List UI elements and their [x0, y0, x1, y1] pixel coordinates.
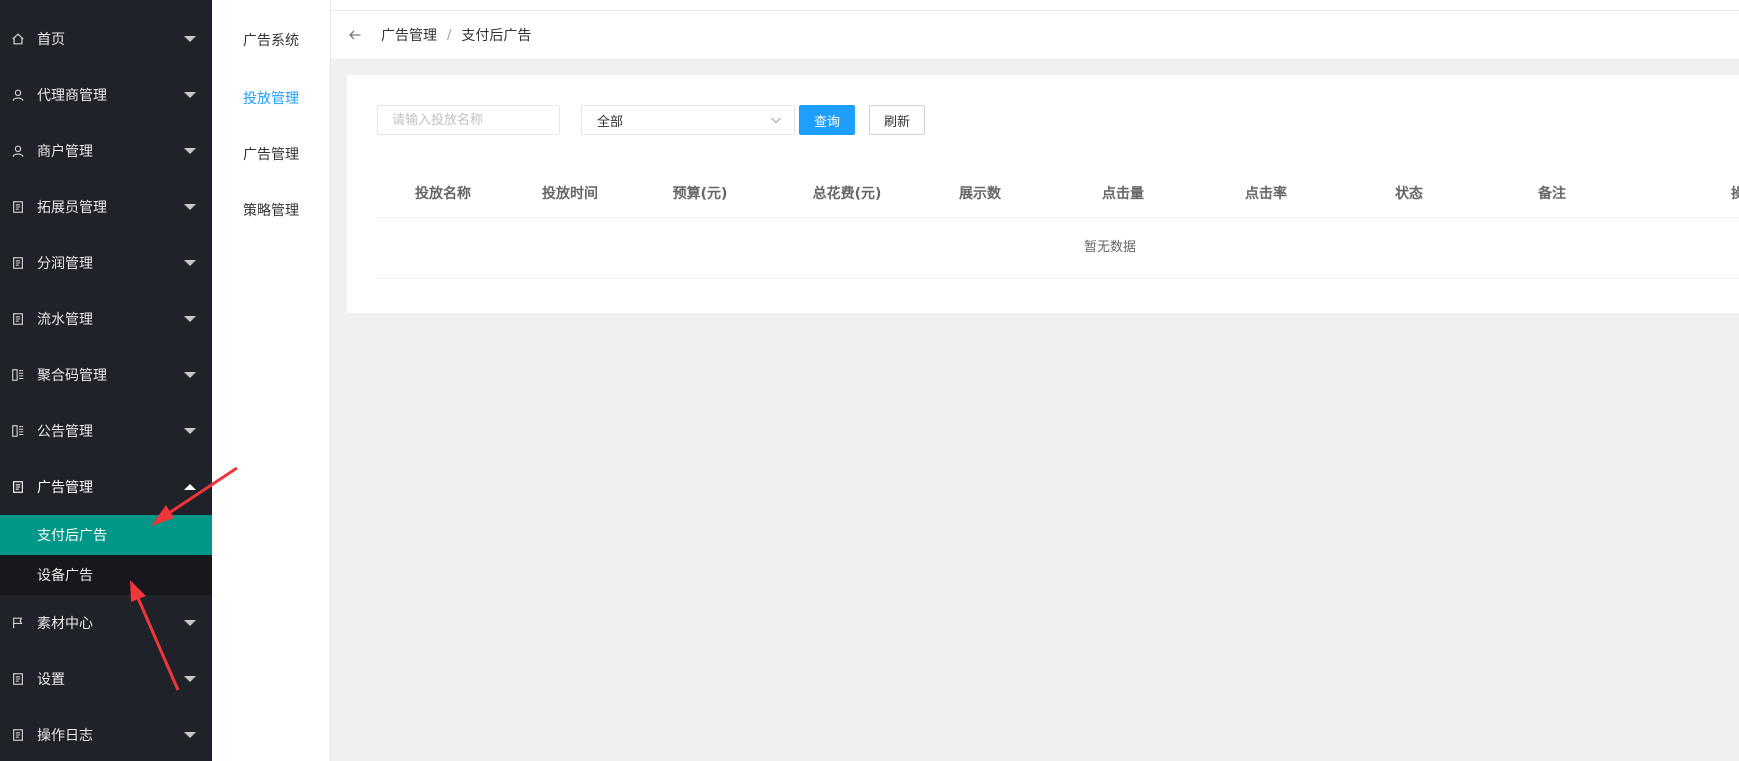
- back-arrow-icon[interactable]: [347, 27, 363, 43]
- column-header-ctr: 点击率: [1245, 186, 1287, 202]
- sidebar-item-ads[interactable]: 广告管理: [0, 459, 212, 515]
- secondary-nav-ad-management[interactable]: 广告管理: [243, 144, 299, 164]
- column-header-name: 投放名称: [415, 186, 471, 202]
- status-select-value: 全部: [597, 114, 624, 130]
- caret-down-icon: [184, 260, 196, 266]
- doc-icon: [10, 255, 26, 271]
- breadcrumb: 广告管理 / 支付后广告: [331, 11, 1739, 60]
- sidebar-item-agents[interactable]: 代理商管理: [0, 67, 212, 123]
- submenu-item-post-payment-ads[interactable]: 支付后广告: [0, 515, 212, 555]
- sidebar-item-label: 操作日志: [37, 728, 93, 744]
- column-header-clicks: 点击量: [1102, 186, 1144, 202]
- caret-down-icon: [184, 372, 196, 378]
- caret-down-icon: [184, 620, 196, 626]
- sidebar-item-label: 拓展员管理: [37, 200, 107, 216]
- sidebar-item-label: 广告管理: [37, 480, 93, 496]
- caret-down-icon: [184, 676, 196, 682]
- refresh-button[interactable]: 刷新: [869, 105, 925, 135]
- top-bar: [331, 0, 1739, 11]
- column-header-status: 状态: [1395, 186, 1423, 202]
- doc-icon: [10, 479, 26, 495]
- doc-icon: [10, 727, 26, 743]
- sidebar-item-promoters[interactable]: 拓展员管理: [0, 179, 212, 235]
- sidebar-item-label: 公告管理: [37, 424, 93, 440]
- caret-up-icon: [184, 484, 196, 490]
- flag-icon: [10, 615, 26, 631]
- column-header-remarks: 备注: [1538, 186, 1566, 202]
- column-header-actions: 操: [1731, 186, 1739, 202]
- secondary-nav-ad-system[interactable]: 广告系统: [243, 30, 299, 50]
- caret-down-icon: [184, 428, 196, 434]
- user-icon: [10, 87, 26, 103]
- sidebar-item-label: 设置: [37, 672, 65, 688]
- caret-down-icon: [184, 732, 196, 738]
- ads-submenu: 支付后广告 设备广告: [0, 515, 212, 595]
- sidebar-item-label: 流水管理: [37, 312, 93, 328]
- caret-down-icon: [184, 316, 196, 322]
- caret-down-icon: [184, 92, 196, 98]
- breadcrumb-current: 支付后广告: [461, 28, 532, 44]
- sidebar-item-label: 素材中心: [37, 616, 93, 632]
- sidebar-item-label: 首页: [37, 31, 65, 48]
- sidebar-item-label: 代理商管理: [37, 88, 107, 104]
- column-header-budget: 预算(元): [672, 186, 728, 202]
- sidebar-item-settings[interactable]: 设置: [0, 651, 212, 707]
- breadcrumb-separator: /: [447, 27, 452, 43]
- secondary-nav-placement[interactable]: 投放管理: [243, 88, 299, 108]
- list-icon: [10, 423, 26, 439]
- table-empty-row: 暂无数据: [377, 218, 1739, 279]
- content-card: 全部 查询 刷新 投放名称 投放时间 预算(元) 总花费(元) 展示数 点击量 …: [347, 75, 1739, 313]
- status-select[interactable]: 全部: [581, 105, 795, 135]
- table-header-row: 投放名称 投放时间 预算(元) 总花费(元) 展示数 点击量 点击率 状态 备注…: [377, 171, 1739, 218]
- main-sidebar: 首页 代理商管理 商户管理 拓展员管理 分润管理 流水管理 聚合码管理 公告管理…: [0, 0, 212, 761]
- sidebar-item-profit-sharing[interactable]: 分润管理: [0, 235, 212, 291]
- empty-state-text: 暂无数据: [1084, 240, 1137, 255]
- user-icon: [10, 143, 26, 159]
- column-header-time: 投放时间: [542, 186, 598, 202]
- submenu-item-device-ads[interactable]: 设备广告: [0, 555, 212, 595]
- sidebar-item-materials[interactable]: 素材中心: [0, 595, 212, 651]
- sidebar-item-label: 聚合码管理: [37, 368, 107, 384]
- doc-icon: [10, 311, 26, 327]
- caret-down-icon: [184, 35, 196, 42]
- sidebar-item-home[interactable]: 首页: [0, 10, 212, 67]
- sidebar-item-merchants[interactable]: 商户管理: [0, 123, 212, 179]
- sidebar-item-label: 分润管理: [37, 256, 93, 272]
- doc-icon: [10, 671, 26, 687]
- sidebar-item-announcements[interactable]: 公告管理: [0, 403, 212, 459]
- caret-down-icon: [184, 204, 196, 210]
- breadcrumb-parent[interactable]: 广告管理: [381, 25, 437, 45]
- column-header-total-spend: 总花费(元): [812, 186, 882, 202]
- list-icon: [10, 367, 26, 383]
- sidebar-item-label: 商户管理: [37, 144, 93, 160]
- secondary-nav-strategy[interactable]: 策略管理: [243, 200, 299, 220]
- sidebar-item-transactions[interactable]: 流水管理: [0, 291, 212, 347]
- chevron-down-icon: [771, 117, 781, 124]
- column-header-impressions: 展示数: [959, 186, 1001, 202]
- secondary-nav: 广告系统 投放管理 广告管理 策略管理: [212, 0, 331, 761]
- placement-name-search-input[interactable]: [377, 105, 560, 135]
- home-icon: [10, 31, 26, 47]
- sidebar-item-aggregate-codes[interactable]: 聚合码管理: [0, 347, 212, 403]
- caret-down-icon: [184, 148, 196, 154]
- doc-icon: [10, 199, 26, 215]
- sidebar-item-operation-log[interactable]: 操作日志: [0, 707, 212, 761]
- query-button[interactable]: 查询: [799, 105, 855, 135]
